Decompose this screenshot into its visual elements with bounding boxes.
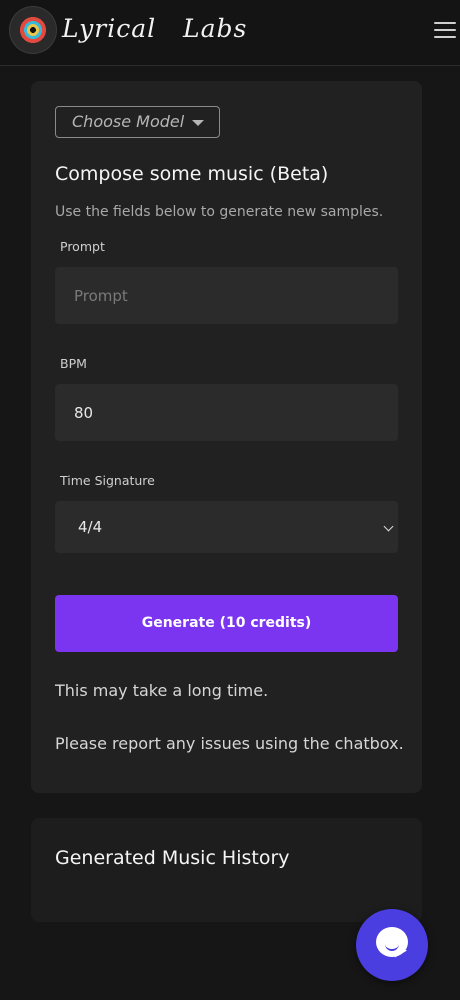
caret-down-icon (192, 120, 204, 126)
compose-title: Compose some music (Beta) (55, 163, 329, 185)
vinyl-record-icon[interactable] (9, 6, 57, 54)
logo-text-lyrical: Lyrical (62, 14, 157, 43)
chat-bubble-icon (376, 927, 408, 957)
bpm-input[interactable]: 80 (55, 384, 398, 441)
hamburger-menu-icon[interactable] (434, 22, 456, 40)
history-title: Generated Music History (55, 847, 290, 869)
bpm-label: BPM (60, 356, 87, 371)
music-history-card: Generated Music History (31, 818, 422, 922)
app-header: Lyrical Labs (0, 0, 460, 66)
issues-note: Please report any issues using the chatb… (55, 734, 404, 753)
time-signature-value: 4/4 (78, 518, 103, 536)
prompt-label: Prompt (60, 239, 105, 254)
choose-model-label: Choose Model (72, 112, 185, 131)
chat-button[interactable] (356, 909, 428, 981)
prompt-input[interactable]: Prompt (55, 267, 398, 324)
generate-button[interactable]: Generate (10 credits) (55, 595, 398, 652)
logo-text-labs: Labs (183, 14, 248, 43)
logo[interactable]: Lyrical Labs (62, 14, 247, 43)
time-signature-select[interactable]: 4/4 (55, 501, 398, 553)
compose-card: Choose Model Compose some music (Beta) U… (31, 81, 422, 793)
duration-note: This may take a long time. (55, 681, 269, 700)
time-signature-label: Time Signature (60, 473, 155, 488)
chevron-down-icon (383, 521, 394, 532)
choose-model-dropdown[interactable]: Choose Model (55, 106, 220, 138)
compose-subtitle: Use the fields below to generate new sam… (55, 204, 384, 220)
